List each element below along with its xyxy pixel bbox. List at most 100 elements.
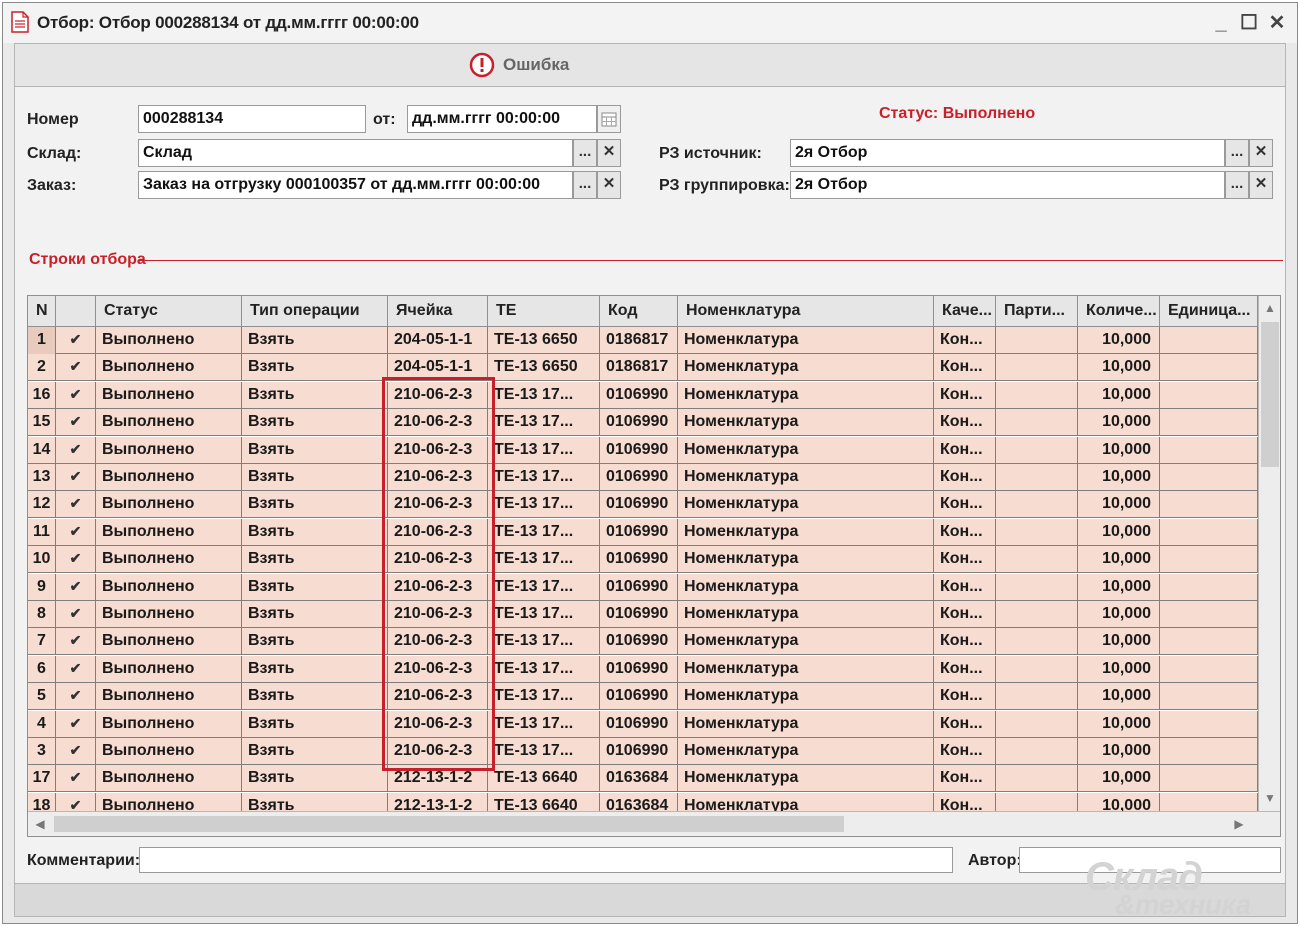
header-col-cell[interactable]: Ячейка (388, 296, 488, 326)
cell-te: ТЕ-13 17... (488, 491, 600, 518)
checkmark-icon: ✔ (56, 382, 96, 409)
cell-quality: Кон... (934, 409, 996, 436)
cell-batch (996, 464, 1078, 491)
warehouse-clear-button[interactable]: ✕ (597, 139, 621, 167)
cell-quality: Кон... (934, 546, 996, 573)
checkmark-glyph: ✔ (69, 386, 82, 402)
cell-code: 0106990 (600, 382, 678, 409)
comment-field[interactable] (139, 847, 953, 873)
table-row[interactable]: 9 ✔ Выполнено Взять 210-06-2-3 ТЕ-13 17... 010… (28, 574, 1258, 601)
cell-unit (1160, 409, 1258, 436)
minimize-button[interactable]: _ (1209, 11, 1233, 35)
header-col-quantity[interactable]: Количе... (1078, 296, 1160, 326)
warehouse-select-button[interactable]: ... (573, 139, 597, 167)
grouping-zone-field[interactable]: 2я Отбор (790, 171, 1225, 199)
scroll-down-icon[interactable]: ▼ (1261, 789, 1279, 807)
order-clear-button[interactable]: ✕ (597, 171, 621, 199)
cell-operation: Взять (242, 491, 388, 518)
cell-quality: Кон... (934, 628, 996, 655)
warehouse-field[interactable]: Склад (138, 139, 573, 167)
cell-unit (1160, 519, 1258, 546)
cell-unit (1160, 437, 1258, 464)
cell-code: 0106990 (600, 491, 678, 518)
cell-quality: Кон... (934, 437, 996, 464)
date-field[interactable]: дд.мм.гггг 00:00:00 (407, 105, 597, 133)
vertical-scroll-thumb[interactable] (1261, 322, 1279, 467)
cell-batch (996, 628, 1078, 655)
header-col-code[interactable]: Код (600, 296, 678, 326)
scroll-up-icon[interactable]: ▲ (1261, 299, 1279, 317)
cell-unit (1160, 546, 1258, 573)
cell-batch (996, 711, 1078, 738)
table-row[interactable]: 14 ✔ Выполнено Взять 210-06-2-3 ТЕ-13 17... 01… (28, 437, 1258, 464)
order-field[interactable]: Заказ на отгрузку 000100357 от дд.мм.ггг… (138, 171, 573, 199)
calendar-button[interactable] (597, 105, 621, 133)
header-col-batch[interactable]: Парти... (996, 296, 1078, 326)
table-row[interactable]: 12 ✔ Выполнено Взять 210-06-2-3 ТЕ-13 17... 01… (28, 491, 1258, 518)
cell-cell: 212-13-1-2 (388, 793, 488, 811)
cell-batch (996, 656, 1078, 683)
header-col-status[interactable]: Статус (96, 296, 242, 326)
table-row[interactable]: 7 ✔ Выполнено Взять 210-06-2-3 ТЕ-13 17... 010… (28, 628, 1258, 655)
header-col-quality[interactable]: Каче... (934, 296, 996, 326)
vertical-scrollbar[interactable]: ▲ ▼ (1258, 296, 1280, 811)
date-from-label: от: (373, 111, 396, 128)
grouping-zone-select-button[interactable]: ... (1225, 171, 1249, 199)
cell-unit (1160, 738, 1258, 765)
cell-te: ТЕ-13 17... (488, 628, 600, 655)
source-zone-select-button[interactable]: ... (1225, 139, 1249, 167)
table-row[interactable]: 13 ✔ Выполнено Взять 210-06-2-3 ТЕ-13 17... 01… (28, 464, 1258, 491)
cell-operation: Взять (242, 327, 388, 354)
table-row[interactable]: 16 ✔ Выполнено Взять 210-06-2-3 ТЕ-13 17... 01… (28, 382, 1258, 409)
cell-te: ТЕ-13 17... (488, 683, 600, 710)
maximize-button[interactable]: ☐ (1237, 11, 1261, 35)
source-zone-field[interactable]: 2я Отбор (790, 139, 1225, 167)
table-row[interactable]: 3 ✔ Выполнено Взять 210-06-2-3 ТЕ-13 17... 010… (28, 738, 1258, 765)
table-row[interactable]: 17 ✔ Выполнено Взять 212-13-1-2 ТЕ-13 6640 016… (28, 765, 1258, 792)
scroll-right-icon[interactable]: ▶ (1230, 815, 1248, 833)
cell-nomenclature: Номенклатура (678, 628, 934, 655)
scroll-left-icon[interactable]: ◀ (31, 815, 49, 833)
row-number: 17 (28, 765, 56, 792)
cell-te: ТЕ-13 17... (488, 409, 600, 436)
cell-status: Выполнено (96, 765, 242, 792)
source-zone-clear-button[interactable]: ✕ (1249, 139, 1273, 167)
row-number: 10 (28, 546, 56, 573)
cell-unit (1160, 765, 1258, 792)
table-row[interactable]: 8 ✔ Выполнено Взять 210-06-2-3 ТЕ-13 17... 010… (28, 601, 1258, 628)
table-row[interactable]: 4 ✔ Выполнено Взять 210-06-2-3 ТЕ-13 17... 010… (28, 711, 1258, 738)
table-row[interactable]: 2 ✔ Выполнено Взять 204-05-1-1 ТЕ-13 6650 0186… (28, 354, 1258, 381)
cell-unit (1160, 491, 1258, 518)
header-col-check[interactable] (56, 296, 96, 326)
table-row[interactable]: 5 ✔ Выполнено Взять 210-06-2-3 ТЕ-13 17... 010… (28, 683, 1258, 710)
table-row[interactable]: 15 ✔ Выполнено Взять 210-06-2-3 ТЕ-13 17... 01… (28, 409, 1258, 436)
header-col-te[interactable]: ТЕ (488, 296, 600, 326)
order-select-button[interactable]: ... (573, 171, 597, 199)
number-field[interactable]: 000288134 (138, 105, 366, 133)
table-row[interactable]: 10 ✔ Выполнено Взять 210-06-2-3 ТЕ-13 17... 01… (28, 546, 1258, 573)
cell-te: ТЕ-13 17... (488, 464, 600, 491)
table-row[interactable]: 6 ✔ Выполнено Взять 210-06-2-3 ТЕ-13 17... 010… (28, 656, 1258, 683)
header-col-n[interactable]: N (28, 296, 56, 326)
horizontal-scrollbar[interactable]: ◀ ▶ (28, 811, 1280, 836)
cell-code: 0106990 (600, 519, 678, 546)
error-button[interactable]: Ошибка (469, 50, 569, 80)
section-divider (139, 260, 1283, 261)
cell-nomenclature: Номенклатура (678, 491, 934, 518)
cell-quality: Кон... (934, 765, 996, 792)
row-number: 6 (28, 656, 56, 683)
table-row[interactable]: 1 ✔ Выполнено Взять 204-05-1-1 ТЕ-13 6650 0186… (28, 327, 1258, 354)
header-col-unit[interactable]: Единица... (1160, 296, 1258, 326)
header-col-nomenclature[interactable]: Номенклатура (678, 296, 934, 326)
table-row[interactable]: 11 ✔ Выполнено Взять 210-06-2-3 ТЕ-13 17... 01… (28, 519, 1258, 546)
cell-quantity: 10,000 (1078, 711, 1160, 738)
table-row[interactable]: 18 ✔ Выполнено Взять 212-13-1-2 ТЕ-13 6640 016… (28, 793, 1258, 811)
header-col-operation[interactable]: Тип операции (242, 296, 388, 326)
cell-batch (996, 601, 1078, 628)
grouping-zone-clear-button[interactable]: ✕ (1249, 171, 1273, 199)
close-button[interactable]: ✕ (1265, 11, 1289, 35)
author-field[interactable] (1019, 847, 1281, 873)
horizontal-scroll-thumb[interactable] (54, 816, 844, 832)
order-label: Заказ: (27, 177, 77, 194)
cell-quality: Кон... (934, 382, 996, 409)
